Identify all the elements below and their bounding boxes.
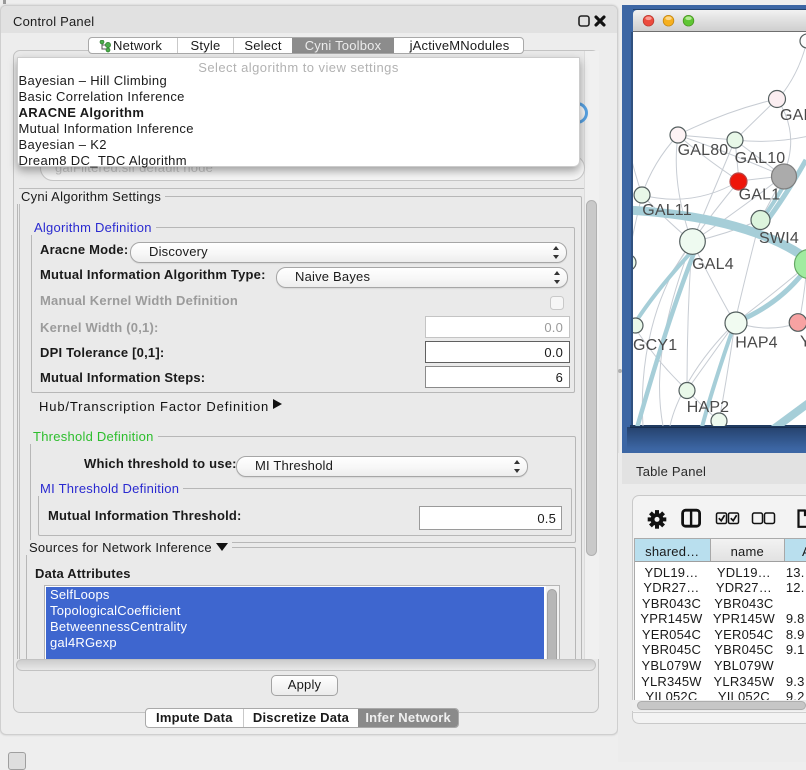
- svg-text:GCY1: GCY1: [633, 337, 677, 354]
- svg-text:GAL1: GAL1: [739, 186, 781, 203]
- svg-text:GAL4: GAL4: [692, 256, 734, 273]
- svg-text:SWI4: SWI4: [759, 230, 799, 247]
- svg-text:GAL11: GAL11: [642, 202, 692, 219]
- svg-text:GAL7: GAL7: [780, 107, 806, 124]
- svg-text:HAP4: HAP4: [735, 334, 778, 351]
- svg-text:HAP2: HAP2: [687, 399, 730, 416]
- svg-text:GAL80: GAL80: [678, 142, 729, 159]
- svg-text:YMR: YMR: [800, 333, 806, 350]
- svg-text:GAL10: GAL10: [735, 150, 786, 167]
